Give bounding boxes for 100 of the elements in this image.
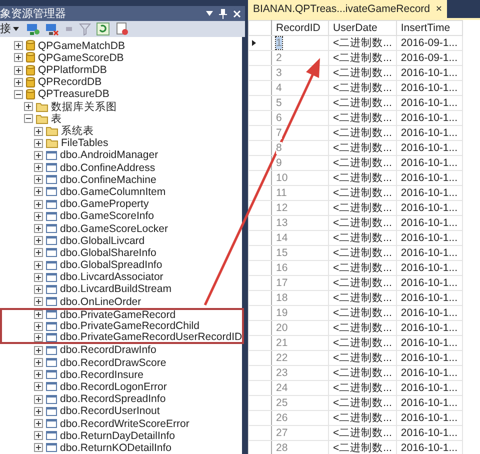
table-cell: <二进制数... bbox=[333, 367, 392, 379]
tree-item[interactable]: dbo.LivcardAssociator bbox=[60, 271, 164, 284]
tree-item[interactable]: dbo.ConfineMachine bbox=[60, 174, 156, 186]
tree-item[interactable]: dbo.ConfineAddress bbox=[60, 162, 156, 174]
close-icon[interactable] bbox=[233, 10, 241, 18]
expander-icon[interactable] bbox=[14, 90, 23, 99]
table-cell: 14 bbox=[276, 232, 288, 244]
tree-item[interactable]: dbo.RecordDrawScore bbox=[60, 356, 166, 369]
tree-item[interactable]: dbo.GameScoreLocker bbox=[60, 222, 168, 235]
tree-item[interactable]: dbo.AndroidManager bbox=[60, 149, 158, 162]
current-row-icon bbox=[252, 40, 256, 46]
tree-item[interactable]: dbo.GameScoreInfo bbox=[60, 210, 154, 222]
table-cell: 2016-10-1... bbox=[400, 367, 458, 379]
pin-icon[interactable] bbox=[219, 8, 227, 18]
tree-item[interactable]: dbo.RecordWriteScoreError bbox=[60, 418, 190, 430]
expander-icon[interactable] bbox=[34, 163, 43, 172]
expander-icon[interactable] bbox=[24, 114, 33, 124]
tree-item[interactable]: QPGameScoreDB bbox=[38, 52, 124, 64]
caret-icon[interactable] bbox=[13, 26, 19, 31]
expander-icon[interactable] bbox=[34, 297, 43, 306]
tree-item[interactable]: FileTables bbox=[61, 137, 108, 150]
tree-item[interactable]: dbo.OnLineOrder bbox=[60, 296, 142, 308]
table-cell: <二进制数... bbox=[333, 322, 392, 334]
close-tab-button[interactable]: × bbox=[436, 3, 442, 15]
tree-item[interactable]: dbo.RecordDrawInfo bbox=[60, 344, 156, 356]
expander-icon[interactable] bbox=[34, 443, 43, 452]
table-cell: <二进制数... bbox=[333, 337, 392, 349]
tree-item[interactable]: dbo.GlobalLivcard bbox=[60, 234, 145, 247]
computer-plug-icon[interactable] bbox=[26, 22, 40, 36]
table-cell: 2016-10-1... bbox=[400, 172, 458, 184]
table-cell: 18 bbox=[276, 292, 288, 304]
expander-icon[interactable] bbox=[14, 78, 23, 87]
expander-icon[interactable] bbox=[34, 382, 43, 392]
tree-item[interactable]: dbo.PrivateGameRecordChild bbox=[60, 320, 200, 332]
expander-icon[interactable] bbox=[34, 272, 43, 282]
document-tab[interactable]: BIANAN.QPTreas...ivateGameRecord × bbox=[248, 0, 448, 18]
expander-icon[interactable] bbox=[34, 310, 43, 320]
tree-item[interactable]: QPPlatformDB bbox=[38, 64, 107, 76]
expander-icon[interactable] bbox=[34, 236, 43, 246]
expander-icon[interactable] bbox=[34, 138, 43, 148]
table-cell: 2016-10-1... bbox=[400, 442, 458, 454]
expander-icon[interactable] bbox=[34, 187, 43, 196]
expander-icon[interactable] bbox=[34, 431, 43, 440]
tree-item[interactable]: dbo.ReturnDayDetailInfo bbox=[60, 430, 175, 442]
expander-icon[interactable] bbox=[34, 126, 43, 136]
expander-icon[interactable] bbox=[34, 394, 43, 404]
expander-icon[interactable] bbox=[34, 346, 43, 355]
refresh-icon[interactable] bbox=[96, 22, 110, 36]
table-cell: 27 bbox=[276, 427, 288, 439]
expander-icon[interactable] bbox=[14, 41, 23, 50]
expander-icon[interactable] bbox=[14, 66, 23, 75]
table-cell: 2016-10-1... bbox=[400, 427, 458, 439]
tree-item[interactable]: 系统表 bbox=[61, 124, 94, 138]
tree-item[interactable]: dbo.GameColumnItem bbox=[60, 186, 166, 198]
tree-item[interactable]: QPRecordDB bbox=[38, 76, 102, 88]
expander-icon[interactable] bbox=[34, 284, 43, 294]
expander-icon[interactable] bbox=[34, 332, 43, 342]
expander-icon[interactable] bbox=[24, 102, 33, 112]
tree-item[interactable]: dbo.LivcardBuildStream bbox=[60, 283, 172, 296]
tree-item[interactable]: QPGameMatchDB bbox=[38, 40, 125, 52]
tree-item[interactable]: dbo.ReturnKODetailInfo bbox=[60, 442, 172, 454]
tree-item[interactable]: 表 bbox=[51, 112, 62, 126]
folder-icon bbox=[46, 126, 58, 136]
expander-icon[interactable] bbox=[34, 175, 43, 184]
table-cell: 3 bbox=[276, 67, 282, 79]
tree-item[interactable]: 数据库关系图 bbox=[51, 100, 117, 114]
tree-item[interactable]: QPTreasureDB bbox=[38, 88, 110, 100]
table-cell: <二进制数... bbox=[333, 172, 392, 184]
connect-button[interactable]: 接 bbox=[0, 21, 21, 36]
tree-item[interactable]: dbo.GlobalShareInfo bbox=[60, 246, 156, 259]
expander-icon[interactable] bbox=[34, 200, 43, 209]
tree-item[interactable]: dbo.GlobalSpreadInfo bbox=[60, 259, 162, 272]
expander-icon[interactable] bbox=[34, 406, 43, 416]
expander-icon[interactable] bbox=[34, 224, 43, 234]
table-cell: 2016-09-1... bbox=[400, 37, 458, 49]
computer-disconnect-icon[interactable] bbox=[45, 22, 59, 36]
expander-icon[interactable] bbox=[34, 248, 43, 258]
expander-icon[interactable] bbox=[34, 370, 43, 380]
tree-item[interactable]: dbo.RecordInsure bbox=[60, 368, 144, 381]
tree-item[interactable]: dbo.RecordLogonError bbox=[60, 380, 167, 393]
tree-item[interactable]: dbo.GameProperty bbox=[60, 198, 149, 210]
dropdown-icon[interactable] bbox=[206, 11, 213, 16]
expander-icon[interactable] bbox=[34, 419, 43, 428]
table-cell: <二进制数... bbox=[333, 37, 392, 49]
table-cell: <二进制数... bbox=[333, 247, 392, 259]
tree-item[interactable]: dbo.RecordSpreadInfo bbox=[60, 393, 166, 406]
table-icon bbox=[46, 332, 57, 342]
tree-item[interactable]: dbo.RecordUserInout bbox=[60, 405, 160, 418]
column-header[interactable]: RecordID bbox=[272, 20, 328, 36]
expander-icon[interactable] bbox=[34, 212, 43, 221]
expander-icon[interactable] bbox=[34, 322, 43, 331]
expander-icon[interactable] bbox=[34, 358, 43, 368]
column-header[interactable]: UserDate bbox=[328, 20, 396, 36]
table-cell: <二进制数... bbox=[333, 217, 392, 229]
expander-icon[interactable] bbox=[14, 53, 23, 62]
expander-icon[interactable] bbox=[34, 260, 43, 270]
column-header[interactable]: InsertTime bbox=[396, 20, 462, 36]
expander-icon[interactable] bbox=[34, 150, 43, 160]
table-icon bbox=[46, 310, 57, 320]
table-cell: 2016-10-1... bbox=[400, 127, 458, 139]
